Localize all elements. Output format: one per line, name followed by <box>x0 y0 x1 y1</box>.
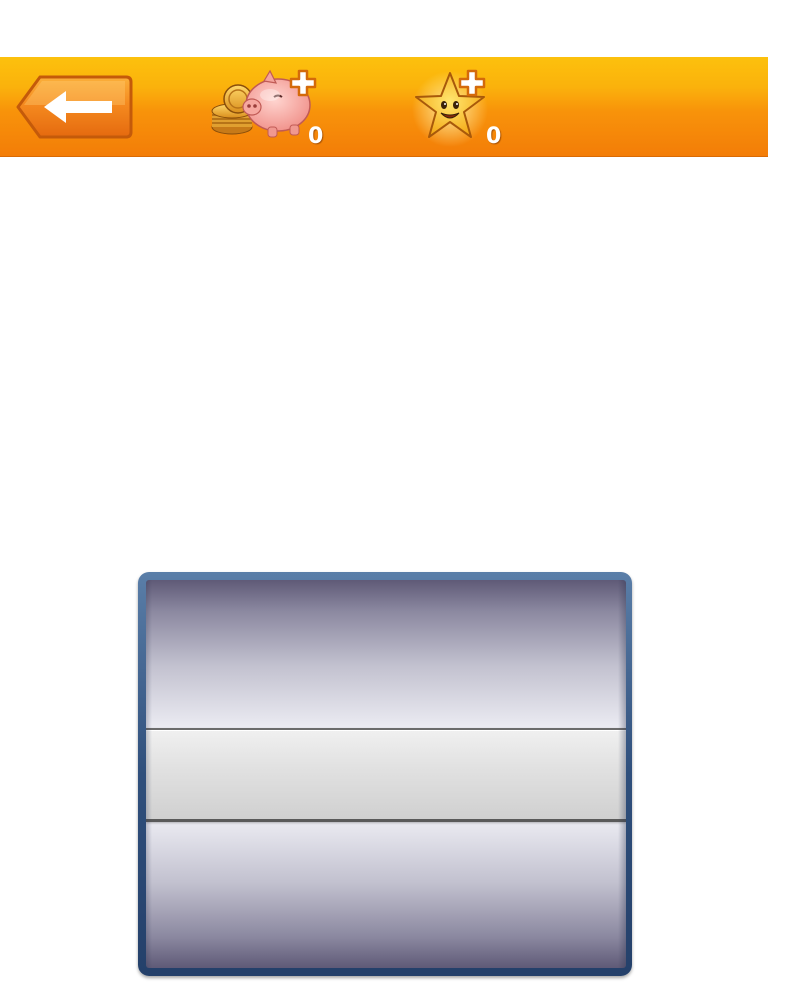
value-picker[interactable] <box>138 572 632 976</box>
top-bar: 0 0 <box>0 57 768 157</box>
back-button[interactable] <box>14 74 134 140</box>
left-arrow-icon <box>16 75 133 139</box>
picker-wheel[interactable] <box>146 580 626 968</box>
coins-count: 0 <box>308 124 324 149</box>
stars-count: 0 <box>486 124 502 149</box>
stars-counter[interactable]: 0 <box>412 67 532 149</box>
app-screen: 0 0 <box>0 0 801 985</box>
picker-selection-band <box>146 728 626 822</box>
coins-counter[interactable]: 0 <box>208 67 328 149</box>
